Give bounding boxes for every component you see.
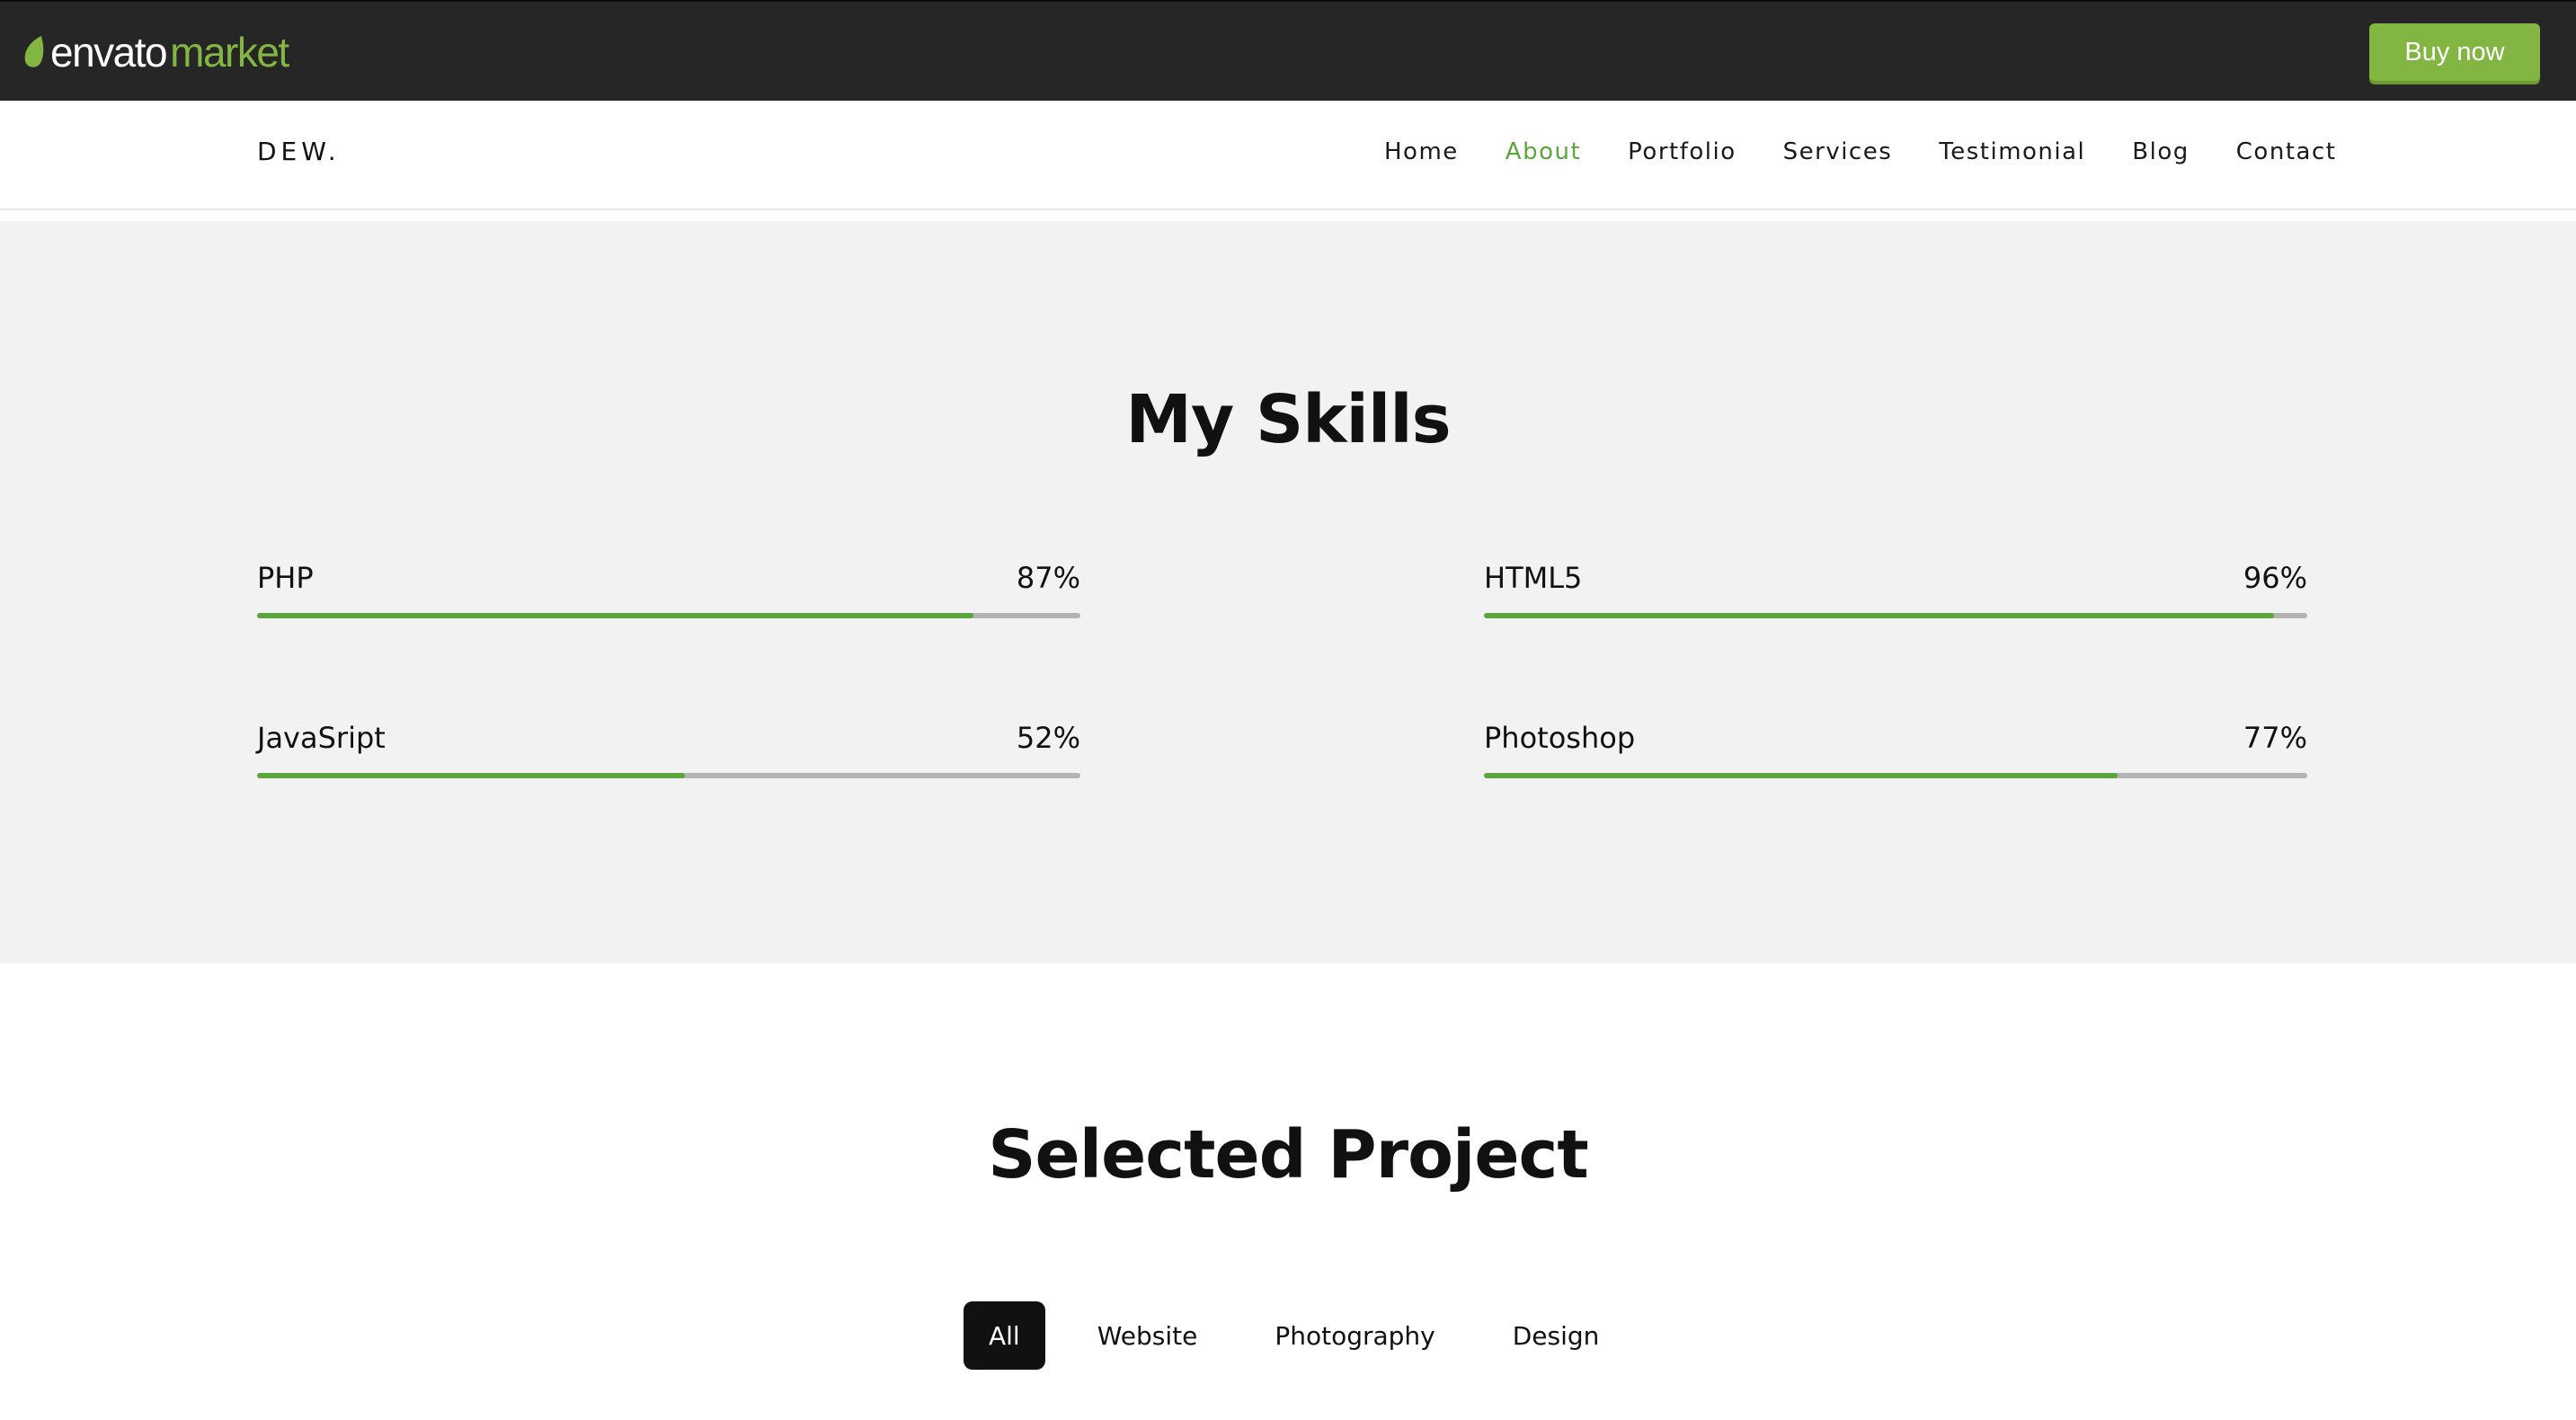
skill-progress-fill xyxy=(257,773,686,778)
skill-html5: HTML5 96% xyxy=(1484,561,2307,633)
skills-section: My Skills PHP 87% HTML5 96% JavaSript 52… xyxy=(0,221,2576,963)
skill-percent: 96% xyxy=(2243,561,2307,595)
skills-title: My Skills xyxy=(1125,381,1451,458)
skill-progress-track xyxy=(1484,773,2307,778)
nav-item-contact[interactable]: Contact xyxy=(2236,138,2337,165)
nav-item-about[interactable]: About xyxy=(1506,138,1581,165)
site-header: DEW. Home About Portfolio Services Testi… xyxy=(0,101,2576,210)
logo-envato-text: envato xyxy=(50,29,168,75)
site-brand-logo[interactable]: DEW. xyxy=(257,137,341,166)
projects-title: Selected Project xyxy=(988,1116,1589,1194)
nav-item-testimonial[interactable]: Testimonial xyxy=(1939,138,2085,165)
nav-item-blog[interactable]: Blog xyxy=(2132,138,2189,165)
skill-progress-track xyxy=(1484,613,2307,618)
envato-leaf-icon xyxy=(24,36,44,67)
skill-php: PHP 87% xyxy=(257,561,1080,633)
nav-item-portfolio[interactable]: Portfolio xyxy=(1628,138,1736,165)
skill-progress-fill xyxy=(1484,773,2119,778)
header-divider-gap xyxy=(0,210,2576,221)
skill-name: HTML5 xyxy=(1484,561,1583,595)
nav-item-home[interactable]: Home xyxy=(1384,138,1459,165)
nav-item-services[interactable]: Services xyxy=(1783,138,1893,165)
projects-section: Selected Project All Website Photography… xyxy=(0,963,2576,1420)
skill-progress-fill xyxy=(1484,613,2275,618)
skill-name: Photoshop xyxy=(1484,721,1636,755)
filter-design-button[interactable]: Design xyxy=(1488,1301,1625,1370)
skill-percent: 77% xyxy=(2243,721,2307,755)
filter-website-button[interactable]: Website xyxy=(1072,1301,1223,1370)
skill-photoshop: Photoshop 77% xyxy=(1484,721,2307,793)
main-nav: Home About Portfolio Services Testimonia… xyxy=(1384,138,2336,165)
envato-market-logo[interactable]: envato market xyxy=(22,27,289,77)
skill-percent: 52% xyxy=(1016,721,1080,755)
skill-progress-track xyxy=(257,773,1080,778)
skill-percent: 87% xyxy=(1016,561,1080,595)
logo-market-text: market xyxy=(170,29,289,75)
skill-name: JavaSript xyxy=(257,721,386,755)
skill-javascript: JavaSript 52% xyxy=(257,721,1080,793)
skill-progress-track xyxy=(257,613,1080,618)
filter-photography-button[interactable]: Photography xyxy=(1249,1301,1460,1370)
buy-now-button[interactable]: Buy now xyxy=(2369,23,2540,81)
envato-top-bar: envato market Buy now xyxy=(0,0,2576,101)
filter-all-button[interactable]: All xyxy=(964,1301,1045,1370)
skill-progress-fill xyxy=(257,613,973,618)
skill-name: PHP xyxy=(257,561,314,595)
project-filter-bar: All Website Photography Design xyxy=(964,1301,1651,1370)
